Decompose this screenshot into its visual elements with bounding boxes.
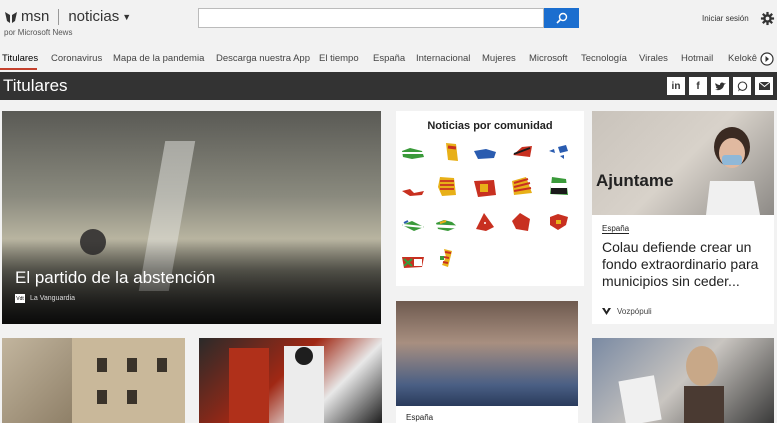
building-image <box>72 338 185 423</box>
nav-item-coronavirus[interactable]: Coronavirus <box>51 53 102 64</box>
nav-item-tecnologia[interactable]: Tecnología <box>581 53 627 64</box>
region-cantabria[interactable] <box>472 143 498 165</box>
nav-item-descarga-app[interactable]: Descarga nuestra App <box>216 53 310 64</box>
chevron-down-icon[interactable]: ▼ <box>122 12 131 22</box>
logo-divider <box>58 8 60 25</box>
vozpopuli-logo-icon <box>602 308 611 315</box>
nav-item-mujeres[interactable]: Mujeres <box>482 53 516 64</box>
nav-next-icon[interactable] <box>760 52 774 66</box>
by-microsoft-news: por Microsoft News <box>4 28 73 37</box>
region-canarias[interactable] <box>400 181 426 203</box>
nav-item-espana[interactable]: España <box>373 53 405 64</box>
region-ceuta-melilla[interactable] <box>434 247 460 269</box>
signin-link[interactable]: Iniciar sesión <box>702 14 749 23</box>
facebook-icon[interactable]: f <box>689 77 707 95</box>
msn-butterfly-icon <box>5 11 17 23</box>
building-article-card[interactable] <box>2 338 185 423</box>
mail-icon[interactable] <box>755 77 773 95</box>
region-pais-vasco[interactable] <box>510 141 536 163</box>
section-title-bar: Titulares in f <box>0 72 777 100</box>
msn-logo[interactable]: msn noticias ▼ <box>4 8 131 25</box>
search-input[interactable] <box>199 10 543 28</box>
side-article-headline[interactable]: Colau defiende crear un fondo extraordin… <box>602 239 772 290</box>
nav-item-mapa-pandemia[interactable]: Mapa de la pandemia <box>113 53 204 64</box>
region-madrid[interactable] <box>472 211 498 233</box>
search-box[interactable] <box>198 8 544 28</box>
nav-item-keloke[interactable]: Kelokê <box>728 53 757 64</box>
person-photo <box>706 127 760 215</box>
crowd-article-image <box>396 301 578 406</box>
region-cataluna[interactable] <box>508 175 534 197</box>
section-selector[interactable]: noticias <box>68 8 119 25</box>
side-article-category[interactable]: España <box>602 224 630 234</box>
nav-item-hotmail[interactable]: Hotmail <box>681 53 713 64</box>
header: msn noticias ▼ por Microsoft News Inicia… <box>0 0 777 45</box>
hero-title[interactable]: El partido de la abstención <box>15 268 215 288</box>
region-galicia[interactable] <box>400 143 426 165</box>
region-andalucia[interactable] <box>400 215 426 237</box>
community-news-widget: Noticias por comunidad <box>396 111 584 286</box>
search-button[interactable] <box>544 8 579 28</box>
image-sign-text: Ajuntame <box>596 171 674 190</box>
nav-item-el-tiempo[interactable]: El tiempo <box>319 53 359 64</box>
community-title: Noticias por comunidad <box>427 120 553 132</box>
side-article-source-name: Vozpópuli <box>617 307 652 316</box>
crowd-article-card[interactable]: España <box>396 301 578 423</box>
source-logo: Vdt <box>15 294 25 303</box>
hero-article[interactable]: El partido de la abstención Vdt La Vangu… <box>2 111 381 324</box>
region-la-rioja[interactable] <box>400 251 426 273</box>
hazmat-image <box>229 346 324 423</box>
twitter-icon[interactable] <box>711 77 729 95</box>
region-asturias[interactable] <box>438 141 464 163</box>
region-castilla-leon[interactable] <box>472 177 498 199</box>
side-article-source: Vozpópuli <box>602 307 652 316</box>
hazmat-article-card[interactable] <box>199 338 382 423</box>
region-extremadura[interactable] <box>546 175 572 197</box>
side-article-image: Ajuntame <box>592 111 774 215</box>
gear-icon[interactable] <box>760 11 775 26</box>
page-title: Titulares <box>3 76 68 95</box>
nav-item-virales[interactable]: Virales <box>639 53 668 64</box>
region-murcia[interactable] <box>434 215 460 237</box>
brand-name: msn <box>21 8 50 25</box>
whatsapp-icon[interactable] <box>733 77 751 95</box>
protest-image <box>618 346 724 423</box>
nav-bar: Titulares Coronavirus Mapa de la pandemi… <box>0 46 777 71</box>
region-aragon[interactable] <box>434 175 460 197</box>
crowd-article-category[interactable]: España <box>406 413 433 422</box>
search-icon <box>555 12 567 24</box>
nav-item-internacional[interactable]: Internacional <box>416 53 470 64</box>
region-navarra[interactable] <box>546 211 572 233</box>
active-tab-indicator <box>0 68 37 70</box>
region-baleares[interactable] <box>546 141 572 163</box>
hero-source: Vdt La Vanguardia <box>15 294 75 303</box>
linkedin-icon[interactable]: in <box>667 77 685 95</box>
region-valencia[interactable] <box>508 211 534 233</box>
nav-item-titulares[interactable]: Titulares <box>2 53 38 64</box>
protest-article-card[interactable] <box>592 338 774 423</box>
hero-source-name: La Vanguardia <box>30 295 76 302</box>
side-article-card[interactable]: Ajuntame España Colau defiende crear un … <box>592 111 774 324</box>
nav-item-microsoft[interactable]: Microsoft <box>529 53 568 64</box>
